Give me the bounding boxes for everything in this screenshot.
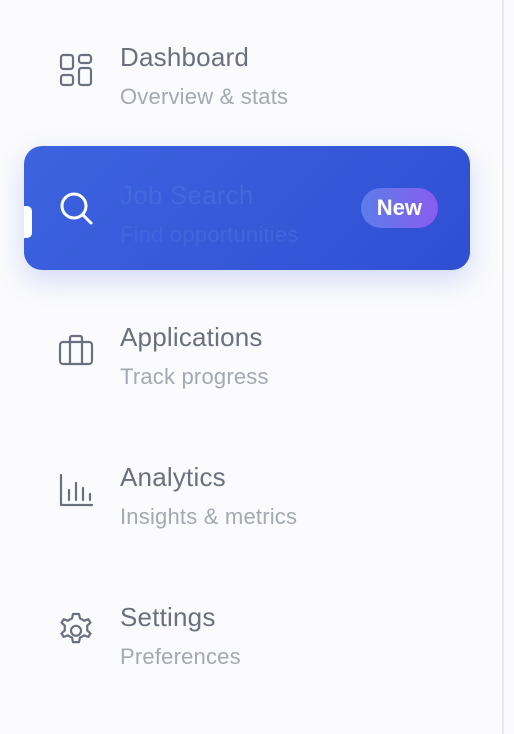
sidebar-item-analytics[interactable]: Analytics Insights & metrics: [24, 428, 470, 552]
sidebar-item-subtitle: Overview & stats: [120, 84, 289, 109]
sidebar-item-applications[interactable]: Applications Track progress: [24, 288, 470, 412]
briefcase-icon: [56, 330, 96, 370]
search-icon: [56, 188, 96, 228]
sidebar-item-label: Dashboard: [120, 42, 249, 72]
sidebar-item-subtitle: Insights & metrics: [120, 504, 298, 529]
dashboard-grid-icon: [56, 50, 96, 90]
sidebar-divider: [502, 0, 504, 734]
sidebar-item-label: Analytics: [120, 462, 226, 492]
sidebar-item-job-search[interactable]: Job Search Find opportunities New: [24, 146, 470, 270]
sidebar-item-subtitle: Find opportunities: [120, 222, 299, 247]
active-indicator: [24, 206, 32, 238]
bar-chart-icon: [56, 470, 96, 510]
sidebar-item-subtitle: Track progress: [120, 364, 269, 389]
sidebar: Dashboard Overview & stats Job Search Fi…: [0, 0, 502, 734]
sidebar-item-subtitle: Preferences: [120, 644, 241, 669]
sidebar-item-label: Job Search: [120, 180, 254, 210]
gear-icon: [56, 610, 96, 650]
sidebar-item-dashboard[interactable]: Dashboard Overview & stats: [24, 8, 470, 132]
sidebar-item-settings[interactable]: Settings Preferences: [24, 568, 470, 692]
sidebar-item-label: Settings: [120, 602, 216, 632]
new-badge: New: [360, 188, 438, 228]
sidebar-item-label: Applications: [120, 322, 263, 352]
